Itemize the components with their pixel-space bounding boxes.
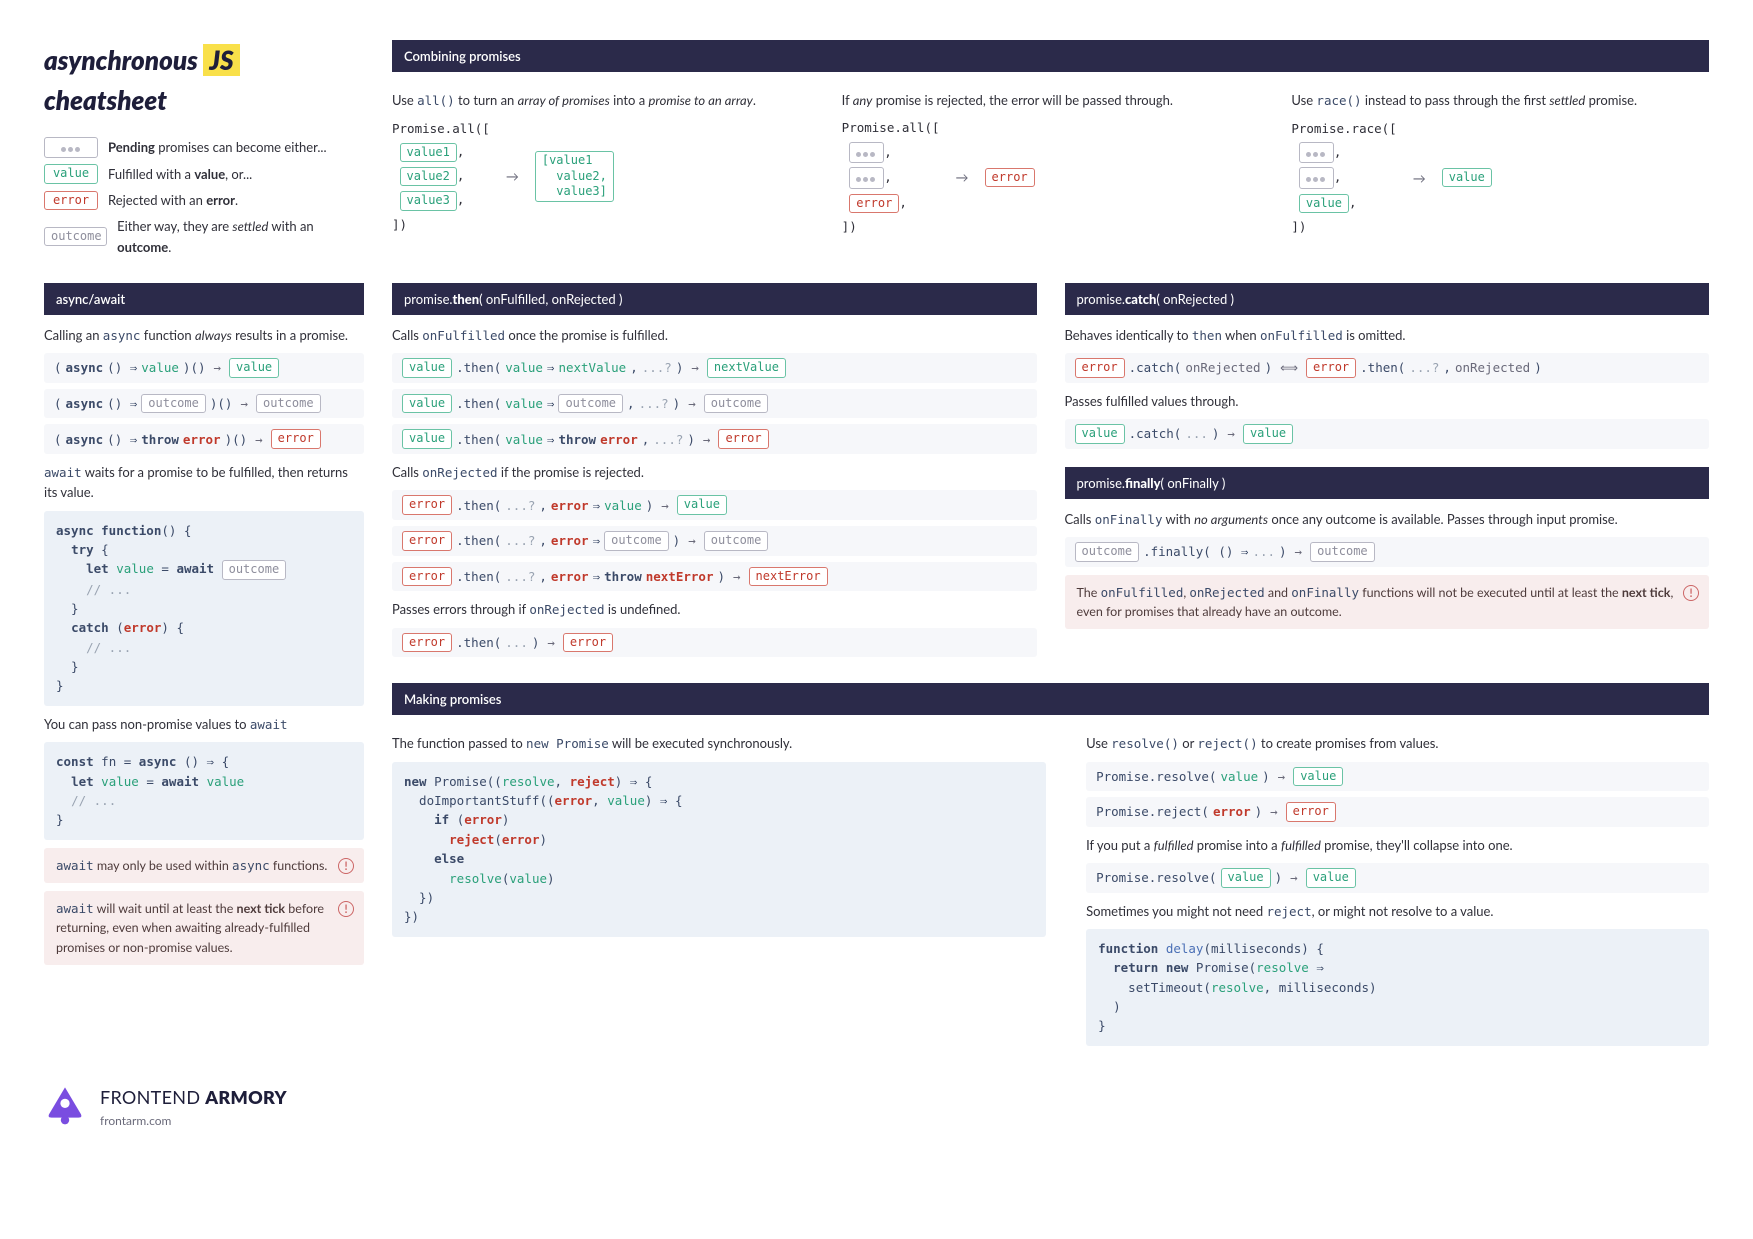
pending-tag bbox=[44, 137, 98, 159]
making-code-2: function delay(milliseconds) { return ne… bbox=[1086, 929, 1709, 1046]
section-async-await: async/await Calling an async function al… bbox=[44, 283, 364, 1054]
error-tag: error bbox=[44, 191, 98, 211]
section-combining: Combining promises Use all() to turn an … bbox=[392, 40, 1709, 263]
header-then: promise.then( onFulfilled, onRejected ) bbox=[392, 283, 1037, 315]
header-making: Making promises bbox=[392, 683, 1709, 715]
async-row-3: (async () ⇒ throw error)() → error bbox=[44, 424, 364, 454]
alert-icon: ! bbox=[338, 901, 354, 917]
async-row-2: (async () ⇒ outcome)() → outcome bbox=[44, 389, 364, 419]
legend-pending: Pending Pending promises can become eith… bbox=[44, 137, 364, 159]
async-row-1: (async () ⇒ value)() → value bbox=[44, 353, 364, 383]
section-catch-finally: promise.catch( onRejected ) Behaves iden… bbox=[1065, 283, 1710, 663]
outcome-tag: outcome bbox=[44, 227, 107, 247]
footer: FRONTEND ARMORY frontarm.com bbox=[44, 1084, 364, 1131]
page-title: asynchronous JS cheatsheet bbox=[44, 40, 364, 121]
combining-race: Use race() instead to pass through the f… bbox=[1291, 82, 1709, 237]
async-code-1: async function() { try { let value = awa… bbox=[44, 511, 364, 706]
alert-await-only-async: await may only be used within async func… bbox=[44, 848, 364, 883]
section-then: promise.then( onFulfilled, onRejected ) … bbox=[392, 283, 1037, 663]
combining-reject: If any promise is rejected, the error wi… bbox=[842, 82, 1260, 237]
alert-icon: ! bbox=[1683, 585, 1699, 601]
value-tag: value bbox=[44, 164, 98, 184]
arrow-icon: → bbox=[502, 166, 523, 186]
legend-settled: outcome Either way, they are settled wit… bbox=[44, 216, 364, 256]
alert-icon: ! bbox=[338, 858, 354, 874]
alert-next-tick: The onFulfilled, onRejected and onFinall… bbox=[1065, 575, 1710, 630]
logo-icon bbox=[44, 1084, 86, 1131]
title-legend: asynchronous JS cheatsheet Pending Pendi… bbox=[44, 40, 364, 263]
brand-site: frontarm.com bbox=[100, 1112, 287, 1131]
section-making: Making promises The function passed to n… bbox=[392, 683, 1709, 1054]
making-right: Use resolve() or reject() to create prom… bbox=[1086, 725, 1709, 1054]
header-combining: Combining promises bbox=[392, 40, 1709, 72]
all-input: Promise.all([ value1, value2, value3, ]) bbox=[392, 119, 490, 235]
making-left: The function passed to new Promise will … bbox=[392, 725, 1046, 1054]
alert-await-next-tick: await will wait until at least the next … bbox=[44, 891, 364, 965]
brand-name: FRONTEND ARMORY bbox=[100, 1084, 287, 1112]
legend-rejected: error Rejected with an error. bbox=[44, 190, 364, 210]
making-code-1: new Promise((resolve, reject) ⇒ { doImpo… bbox=[392, 762, 1046, 937]
legend-fulfilled: value Fulfilled with a value, or... bbox=[44, 164, 364, 184]
combining-all: Use all() to turn an array of promises i… bbox=[392, 82, 810, 237]
header-finally: promise.finally( onFinally ) bbox=[1065, 467, 1710, 499]
async-code-2: const fn = async () ⇒ { let value = awai… bbox=[44, 742, 364, 840]
header-catch: promise.catch( onRejected ) bbox=[1065, 283, 1710, 315]
all-output: [value1 value2, value3] bbox=[535, 151, 614, 202]
header-async: async/await bbox=[44, 283, 364, 315]
